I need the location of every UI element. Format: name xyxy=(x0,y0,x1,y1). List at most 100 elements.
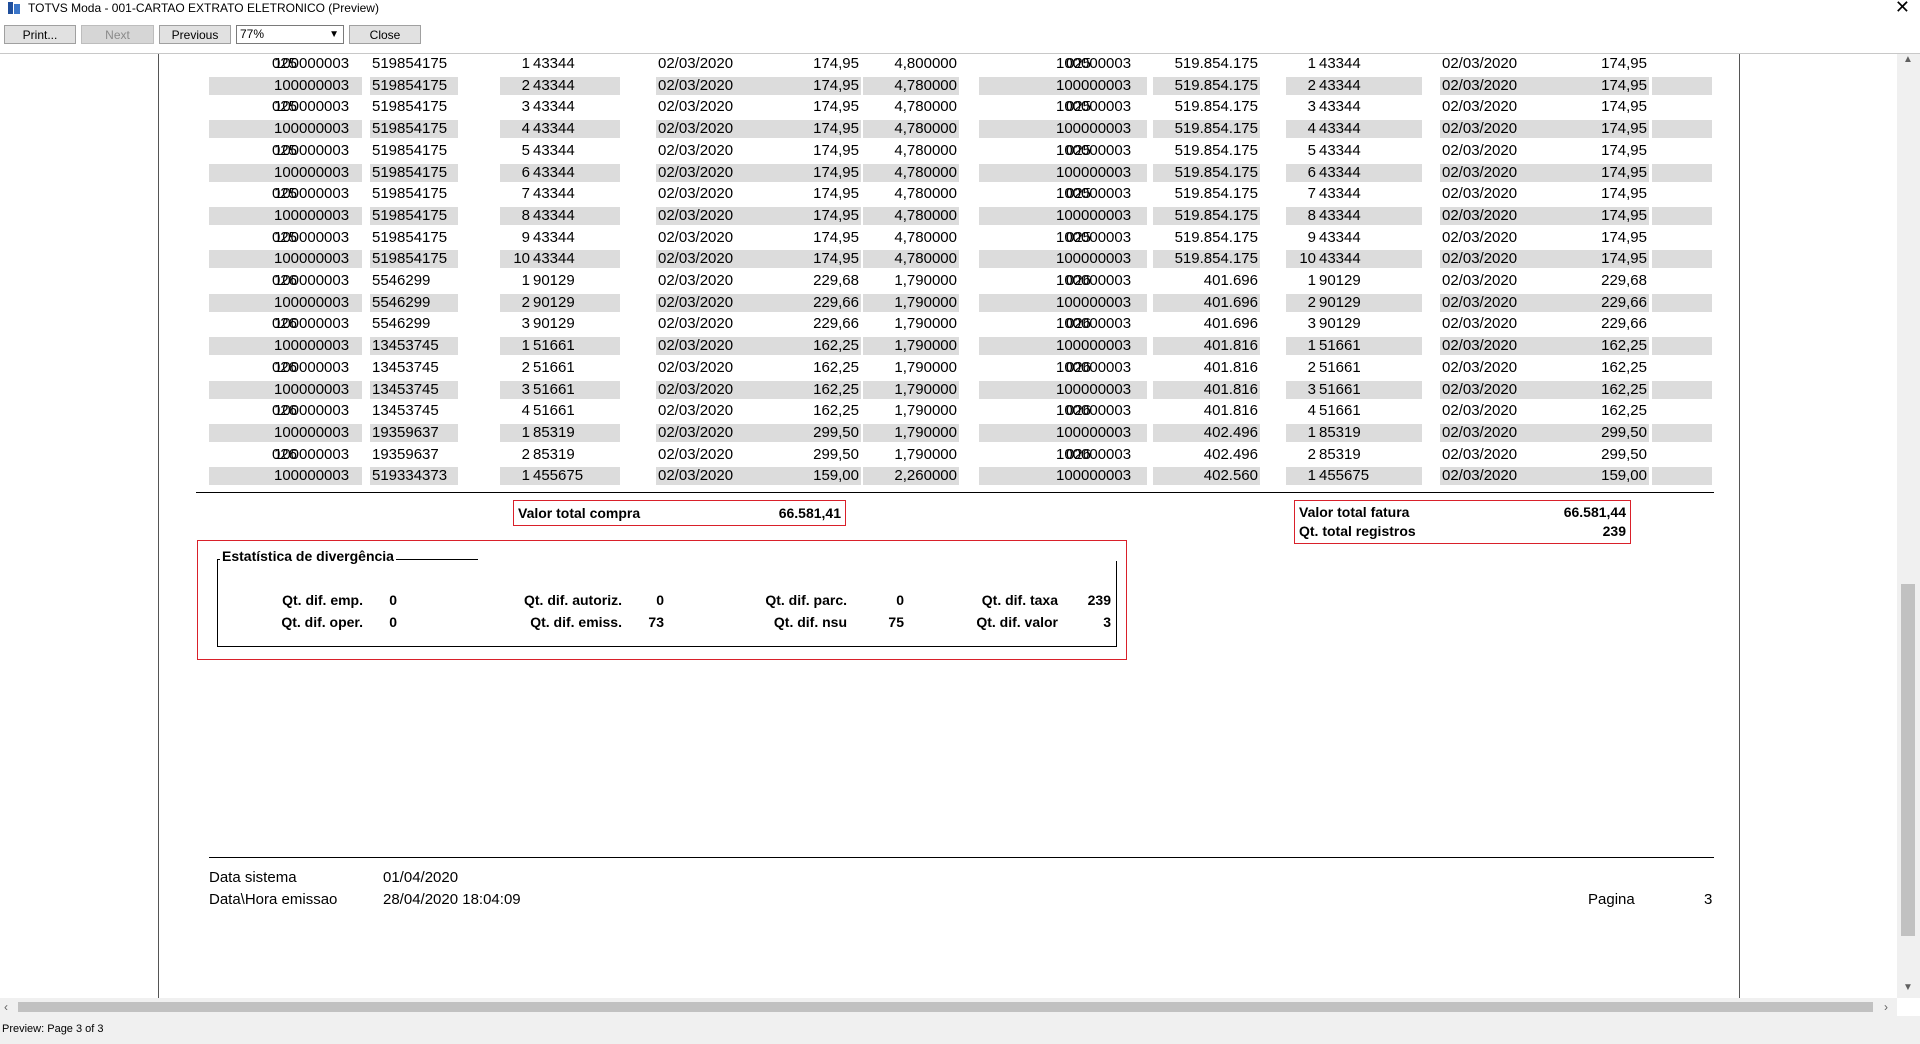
table-cell xyxy=(1652,185,1712,203)
table-cell: 02/03/2020 xyxy=(1440,293,1553,312)
table-row: 026 100000003 13453745 2 51661 02/03/2020 162,… xyxy=(159,357,1741,379)
table-cell: 3 xyxy=(1286,380,1318,399)
table-cell: 43344 xyxy=(531,163,620,182)
horizontal-scrollbar[interactable]: ‹ › xyxy=(0,998,1897,1016)
table-cell: 9 xyxy=(1307,228,1316,246)
dif-valor-label: Qt. dif. valor xyxy=(976,614,1058,630)
table-cell: 100000003 xyxy=(1054,293,1147,312)
close-window-icon[interactable]: ✕ xyxy=(1895,0,1910,18)
table-cell: 43344 xyxy=(531,250,620,269)
table-cell: 02/03/2020 xyxy=(1440,163,1553,182)
table-row: 026 100000003 13453745 4 51661 02/03/2020 162,… xyxy=(159,400,1741,422)
table-cell: 4 xyxy=(500,120,532,139)
table-cell: 174,95 xyxy=(1601,55,1647,72)
scroll-right-icon[interactable]: › xyxy=(1884,1000,1888,1014)
table-cell: 90129 xyxy=(1317,293,1422,312)
data-sistema-value: 01/04/2020 xyxy=(383,869,459,886)
table-cell: 100000003 xyxy=(1054,163,1147,182)
total-fatura-value: 66.581,44 xyxy=(1563,504,1626,520)
divergence-statistics-box: Estatística de divergência Qt. dif. emp.… xyxy=(197,540,1127,660)
table-cell xyxy=(1652,446,1712,464)
table-cell: 100000003 xyxy=(1054,250,1147,269)
table-cell: 19359637 xyxy=(370,423,458,442)
table-cell: 2 xyxy=(500,76,532,95)
table-cell: 174,95 xyxy=(755,76,861,95)
table-cell: 519854175 xyxy=(372,228,448,246)
dif-nsu-label: Qt. dif. nsu xyxy=(773,614,847,630)
next-button[interactable]: Next xyxy=(81,25,154,44)
table-cell xyxy=(1652,337,1712,356)
horizontal-scroll-thumb[interactable] xyxy=(18,1002,1873,1012)
table-cell: 2 xyxy=(1307,445,1316,463)
table-cell: 90129 xyxy=(531,293,620,312)
table-cell: 100000003 xyxy=(274,315,350,333)
table-cell: 519854175 xyxy=(372,185,448,203)
table-cell: 174,95 xyxy=(1541,250,1649,269)
table-cell: 100000003 xyxy=(272,293,362,312)
table-row: 025 100000003 519854175 3 43344 02/03/2020 174… xyxy=(159,96,1741,118)
table-cell: 174,95 xyxy=(755,120,861,139)
previous-button[interactable]: Previous xyxy=(159,25,231,44)
table-cell xyxy=(1652,250,1712,269)
table-cell: 100000003 xyxy=(1054,380,1147,399)
zoom-select[interactable]: 77% ▼ xyxy=(236,25,344,44)
table-cell xyxy=(1652,315,1712,333)
print-button[interactable]: Print... xyxy=(4,25,76,44)
close-button[interactable]: Close xyxy=(349,25,421,44)
table-cell: 174,95 xyxy=(1601,185,1647,203)
table-cell xyxy=(1652,293,1712,312)
vertical-scrollbar[interactable]: ▲ ▼ xyxy=(1897,54,1920,998)
table-cell: 02/03/2020 xyxy=(1442,272,1518,289)
table-cell xyxy=(1652,359,1712,377)
dif-taxa-value: 239 xyxy=(1087,592,1111,608)
table-cell: 401.696 xyxy=(1203,272,1258,289)
table-cell: 02/03/2020 xyxy=(1442,358,1518,376)
table-cell xyxy=(1652,423,1712,442)
table-cell: 5 xyxy=(1307,141,1316,159)
table-cell: 90129 xyxy=(1319,272,1361,289)
table-cell: 1 xyxy=(500,337,532,356)
table-cell: 229,66 xyxy=(755,293,861,312)
table-row: 02510000000351985417564334402/03/2020174… xyxy=(159,162,1741,184)
table-row: 025 100000003 519854175 7 43344 02/03/2020 174… xyxy=(159,183,1741,205)
scroll-down-icon[interactable]: ▼ xyxy=(1903,982,1913,993)
table-cell: 100000003 xyxy=(1056,98,1132,116)
table-cell: 100000003 xyxy=(1056,358,1132,376)
table-cell: 10 xyxy=(500,250,532,269)
divergence-statistics-title: Estatística de divergência xyxy=(220,548,396,564)
table-cell: 174,95 xyxy=(1601,228,1647,246)
vertical-scroll-thumb[interactable] xyxy=(1901,584,1915,936)
dif-autoriz-label: Qt. dif. autoriz. xyxy=(524,592,622,608)
dif-emiss-label: Qt. dif. emiss. xyxy=(530,614,622,630)
table-cell: 4,780000 xyxy=(894,228,957,246)
total-registros-value: 239 xyxy=(1602,523,1626,539)
table-cell: 100000003 xyxy=(272,120,362,139)
table-cell: 1,790000 xyxy=(894,315,957,333)
table-cell: 402.560 xyxy=(1153,467,1260,486)
table-cell: 229,68 xyxy=(813,272,859,289)
zoom-value: 77% xyxy=(240,27,265,41)
table-cell: 159,00 xyxy=(1541,467,1649,486)
title-bar: TOTVS Moda - 001-CARTAO EXTRATO ELETRONI… xyxy=(0,0,1920,18)
table-cell: 9 xyxy=(521,228,530,246)
table-cell: 519854175 xyxy=(370,250,458,269)
table-cell: 10 xyxy=(1286,250,1318,269)
table-cell xyxy=(1652,142,1712,160)
dif-parc-label: Qt. dif. parc. xyxy=(765,592,847,608)
table-cell: 162,25 xyxy=(813,402,859,420)
total-compra-value: 66.581,41 xyxy=(778,505,841,521)
table-cell: 3 xyxy=(500,380,532,399)
scroll-left-icon[interactable]: ‹ xyxy=(4,1000,8,1014)
table-cell: 1 xyxy=(1286,423,1318,442)
scroll-up-icon[interactable]: ▲ xyxy=(1903,54,1913,65)
table-cell: 1 xyxy=(500,423,532,442)
table-cell: 85319 xyxy=(1319,445,1361,463)
table-cell: 43344 xyxy=(1319,228,1361,246)
table-cell: 02/03/2020 xyxy=(1440,250,1553,269)
table-cell: 519334373 xyxy=(370,467,458,486)
table-cell: 174,95 xyxy=(1601,141,1647,159)
table-cell: 02/03/2020 xyxy=(1440,76,1553,95)
total-compra-label: Valor total compra xyxy=(518,505,641,521)
table-cell: 2 xyxy=(1286,293,1318,312)
table-cell: 1,790000 xyxy=(863,423,959,442)
